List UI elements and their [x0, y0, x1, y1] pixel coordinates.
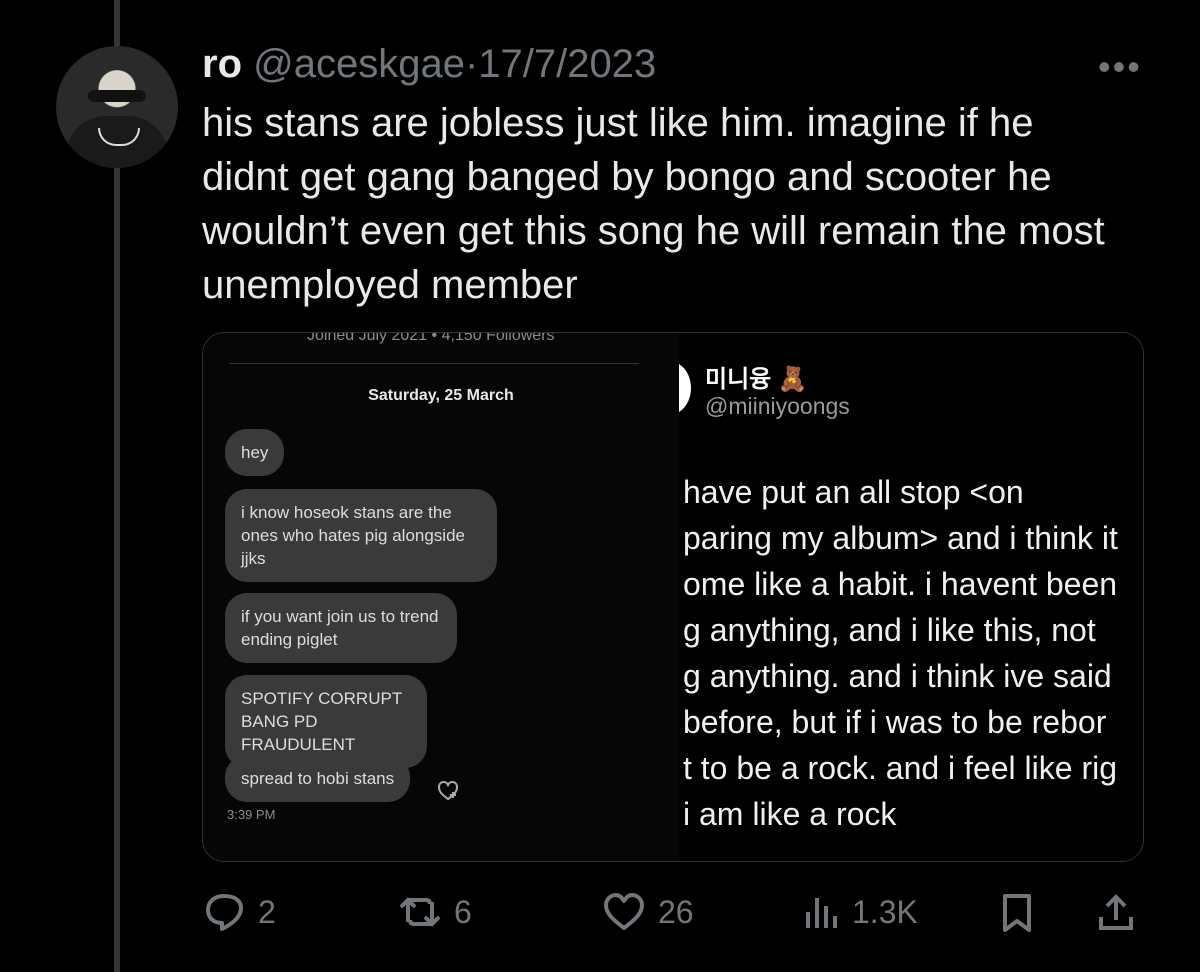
- profile-cut-header: Joined July 2021 • 4,150 Followers: [307, 332, 555, 344]
- tweet-actions: 2 6 26 1.3K: [0, 880, 1200, 940]
- tweet-text: his stans are jobless just like him. ima…: [202, 101, 1105, 307]
- quoted-line: ome like a habit. i havent been: [683, 566, 1118, 602]
- like-count: 26: [658, 893, 694, 930]
- bookmark-button[interactable]: [1000, 892, 1034, 934]
- reply-count: 2: [258, 893, 276, 930]
- quoted-avatar: [679, 361, 691, 415]
- dm-date: Saturday, 25 March: [368, 387, 514, 404]
- message-bubble: i know hoseok stans are the ones who hat…: [225, 489, 497, 582]
- tweet-media[interactable]: Joined July 2021 • 4,150 Followers Satur…: [202, 332, 1144, 862]
- separator-dot: ·: [464, 42, 479, 86]
- tweet-header: ro @aceskgae·17/7/2023: [202, 40, 656, 88]
- views-count: 1.3K: [852, 893, 918, 930]
- quoted-line: paring my album> and i think it: [683, 520, 1118, 556]
- message-bubble: hey: [225, 429, 285, 476]
- quoted-line: i am like a rock: [683, 796, 897, 832]
- share-icon: [1096, 892, 1136, 934]
- reply-button[interactable]: 2: [204, 892, 276, 932]
- avatar-glasses: [88, 90, 146, 102]
- views-button[interactable]: 1.3K: [802, 892, 918, 932]
- quoted-line: g anything, and i like this, not: [683, 612, 1096, 648]
- quoted-text: have put an all stop <on paring my album…: [683, 469, 1118, 837]
- reply-icon: [204, 892, 246, 932]
- author-avatar[interactable]: [56, 46, 178, 168]
- more-options-icon[interactable]: •••: [1098, 46, 1142, 88]
- message-bubble: spread to hobi stans: [225, 755, 411, 802]
- quoted-line: t to be a rock. and i feel like rig: [683, 750, 1117, 786]
- like-icon: [602, 892, 646, 932]
- share-button[interactable]: [1096, 892, 1136, 934]
- bookmark-icon: [1000, 892, 1034, 934]
- dm-screenshot: Joined July 2021 • 4,150 Followers Satur…: [203, 333, 679, 861]
- views-icon: [802, 892, 840, 932]
- quoted-line: g anything. and i think ive said: [683, 658, 1112, 694]
- repost-count: 6: [454, 893, 472, 930]
- tweet-date[interactable]: 17/7/2023: [478, 42, 656, 86]
- dm-time: 3:39 PM: [227, 807, 276, 822]
- message-bubble: if you want join us to trend ending pigl…: [225, 593, 457, 663]
- like-button[interactable]: 26: [602, 892, 694, 932]
- repost-button[interactable]: 6: [398, 892, 472, 932]
- author-handle[interactable]: @aceskgae: [253, 42, 465, 86]
- quoted-name: 미니융 🧸: [705, 366, 808, 393]
- quoted-line: before, but if i was to be rebor: [683, 704, 1107, 740]
- quoted-line: have put an all stop <on: [683, 474, 1024, 510]
- repost-icon: [398, 892, 442, 932]
- author-name[interactable]: ro: [202, 42, 242, 86]
- dm-divider: [229, 363, 639, 364]
- quoted-text-screenshot: 미니융 🧸 @miiniyoongs have put an all stop …: [679, 333, 1143, 861]
- react-heart-icon: [437, 780, 459, 807]
- quoted-handle: @miiniyoongs: [705, 393, 850, 419]
